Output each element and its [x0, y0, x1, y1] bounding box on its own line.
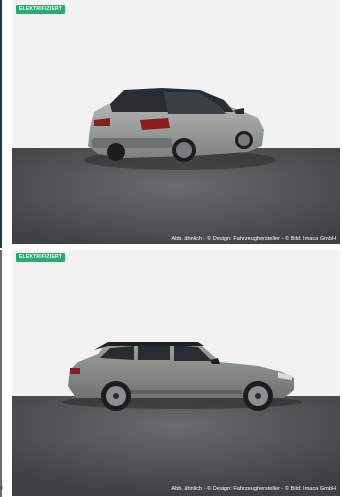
car-rear-illustration — [12, 0, 340, 244]
previous-image-caption-fragment: 9 — [0, 486, 3, 492]
vehicle-image-rear[interactable] — [12, 0, 340, 244]
car-side-illustration — [12, 250, 340, 496]
previous-image-edge[interactable] — [0, 0, 2, 248]
vehicle-image-side[interactable] — [12, 250, 340, 496]
electrified-badge: ELEKTRIFIZIERT — [16, 253, 66, 262]
electrified-badge: ELEKTRIFIZIERT — [16, 5, 66, 14]
previous-image-edge-2[interactable] — [0, 250, 2, 497]
image-copyright-caption: Abb. ähnlich - © Design: Fahrzeugherstel… — [171, 486, 336, 492]
image-copyright-caption: Abb. ähnlich - © Design: Fahrzeugherstel… — [171, 236, 336, 242]
